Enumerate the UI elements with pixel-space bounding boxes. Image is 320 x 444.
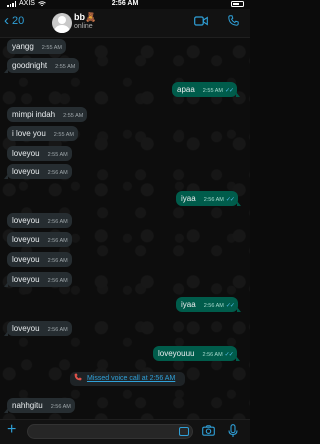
message-time: 2:56 AM [202, 352, 223, 358]
message-text: i love you [12, 129, 46, 138]
message-time: 2:55 AM [202, 88, 223, 94]
message-text: yangg [12, 42, 34, 51]
message-time: 2:56 AM [47, 258, 68, 264]
message-time: 2:56 AM [203, 197, 224, 203]
message-bubble[interactable]: loveyouuu 2:56 AM ✓✓ [153, 346, 240, 361]
message-time: 2:55 AM [47, 152, 68, 158]
message-text: mimpi indah [12, 110, 56, 119]
message-bubble[interactable]: loveyou 2:56 AM [7, 213, 72, 228]
message-bubble[interactable]: loveyou 2:56 AM [7, 252, 72, 267]
message-text: goodnight [12, 61, 48, 70]
message-bubble[interactable]: loveyou 2:56 AM [4, 164, 72, 179]
chat-header: ‹ 20 bb🧸 online [0, 9, 250, 38]
message-time: 2:55 AM [41, 45, 62, 51]
message-bubble[interactable]: apaa 2:55 AM ✓✓ [172, 82, 241, 97]
message-text: apaa [177, 85, 195, 94]
back-chevron-icon: ‹ [4, 12, 9, 29]
message-bubble[interactable]: goodnight 2:55 AM [3, 58, 80, 73]
message-text: loveyou [12, 216, 40, 225]
message-bubble[interactable]: nahhgitu 2:56 AM [4, 398, 75, 413]
message-text: loveyou [12, 324, 40, 333]
read-receipt-icon: ✓✓ [225, 197, 235, 203]
message-time: 2:56 AM [47, 238, 68, 244]
message-time: 2:55 AM [55, 64, 76, 70]
message-bubble[interactable]: loveyou 2:56 AM [7, 232, 72, 247]
message-text: iyaa [181, 194, 196, 203]
video-call-icon[interactable] [194, 16, 208, 26]
message-text: iyaa [181, 300, 196, 309]
message-time: 2:55 AM [53, 132, 74, 138]
message-text: nahhgitu [12, 401, 43, 410]
contact-name[interactable]: bb🧸 [74, 12, 96, 23]
message-time: 2:56 AM [47, 327, 68, 333]
message-bubble[interactable]: loveyou 2:56 AM [4, 321, 72, 336]
back-button[interactable]: ‹ 20 [4, 13, 24, 28]
message-bubble[interactable]: iyaa 2:56 AM ✓✓ [176, 297, 241, 312]
missed-call-icon [74, 373, 82, 381]
message-bubble[interactable]: loveyou 2:55 AM [7, 146, 72, 161]
message-list[interactable]: yangg 2:55 AM goodnight 2:55 AM apaa 2:55 A… [0, 38, 250, 419]
composer-bar: + [0, 419, 250, 444]
message-text: loveyou [12, 275, 40, 284]
message-text: loveyou [12, 167, 40, 176]
sticker-icon[interactable] [179, 427, 189, 436]
read-receipt-icon: ✓✓ [224, 352, 234, 358]
message-bubble[interactable]: iyaa 2:56 AM ✓✓ [176, 191, 241, 206]
unread-count: 20 [12, 14, 25, 27]
missed-call-notice[interactable]: Missed voice call at 2:56 AM [70, 372, 185, 386]
message-input[interactable] [27, 424, 193, 439]
avatar[interactable] [52, 13, 72, 33]
contact-status: online [74, 23, 93, 30]
message-bubble[interactable]: yangg 2:55 AM [7, 39, 66, 54]
status-time: 2:56 AM [111, 0, 139, 7]
message-text: loveyou [12, 255, 40, 264]
read-receipt-icon: ✓✓ [225, 303, 235, 309]
battery-icon [231, 1, 244, 7]
message-text: loveyou [12, 235, 40, 244]
message-bubble[interactable]: mimpi indah 2:55 AM [7, 107, 88, 122]
message-bubble[interactable]: loveyou 2:56 AM [4, 272, 72, 287]
message-time: 2:56 AM [47, 170, 68, 176]
message-text: loveyou [12, 149, 40, 158]
camera-icon[interactable] [202, 425, 215, 436]
voice-call-icon[interactable] [228, 15, 239, 26]
message-time: 2:56 AM [50, 404, 71, 410]
plus-icon[interactable]: + [7, 422, 16, 438]
message-time: 2:56 AM [47, 278, 68, 284]
microphone-icon[interactable] [228, 424, 238, 438]
message-time: 2:55 AM [63, 113, 84, 119]
message-time: 2:56 AM [203, 303, 224, 309]
message-time: 2:56 AM [47, 219, 68, 225]
read-receipt-icon: ✓✓ [224, 88, 234, 94]
status-bar: AXIS 2:56 AM [0, 0, 250, 9]
message-bubble[interactable]: i love you 2:55 AM [7, 126, 78, 141]
message-text: loveyouuu [158, 349, 195, 358]
missed-call-label: Missed voice call at 2:56 AM [86, 375, 176, 382]
